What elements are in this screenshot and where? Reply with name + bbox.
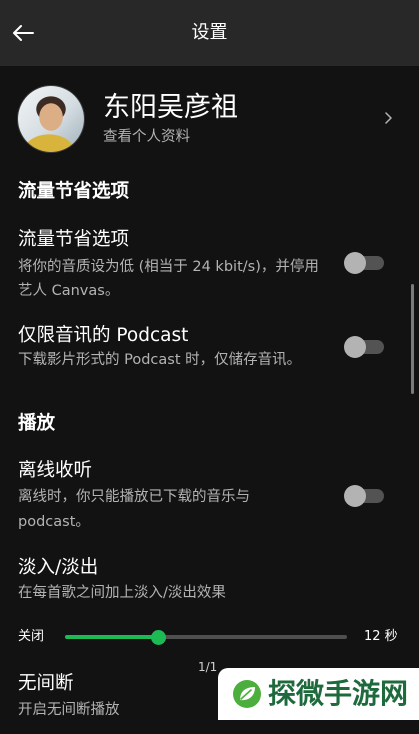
data-saver-toggle[interactable]: [344, 252, 384, 274]
slider-fill: [65, 635, 159, 639]
profile-name: 东阳吴彦祖: [103, 92, 238, 123]
description-line: 开启无间断播放: [18, 702, 120, 718]
setting-description: 下载影片形式的 Podcast 时，仅储存音讯。: [18, 348, 301, 372]
toggle-knob: [344, 485, 366, 507]
chevron-right-icon: [385, 112, 392, 124]
description-line: 下载影片形式的 Podcast 时，仅储存音讯。: [18, 352, 302, 368]
toggle-knob: [344, 336, 366, 358]
view-profile-link: 查看个人资料: [103, 129, 190, 145]
description-line: 将你的音质设为低 (相当于 24 kbit/s)，并停用: [18, 259, 319, 275]
setting-title: 淡入/淡出: [18, 557, 99, 578]
setting-title: 无间断: [18, 673, 74, 694]
slider-track[interactable]: [65, 635, 347, 639]
scrollbar-thumb[interactable]: [411, 284, 414, 394]
description-line: 艺人 Canvas。: [18, 283, 120, 299]
setting-title: 流量节省选项: [18, 229, 130, 250]
setting-description: 离线时，你只能播放已下载的音乐与 podcast。: [18, 485, 250, 535]
setting-description: 将你的音质设为低 (相当于 24 kbit/s)，并停用 艺人 Canvas。: [18, 255, 319, 303]
watermark: 探微手游网: [218, 668, 419, 720]
section-heading-data-saver: 流量节省选项: [18, 181, 130, 202]
setting-title: 离线收听: [18, 460, 93, 481]
description-line: 离线时，你只能播放已下载的音乐与: [18, 489, 250, 505]
setting-row-offline[interactable]: 离线收听 离线时，你只能播放已下载的音乐与 podcast。: [0, 451, 419, 537]
setting-row-audio-only-podcast[interactable]: 仅限音讯的 Podcast 下载影片形式的 Podcast 时，仅储存音讯。: [0, 316, 419, 376]
setting-row-data-saver[interactable]: 流量节省选项 将你的音质设为低 (相当于 24 kbit/s)，并停用 艺人 C…: [0, 222, 419, 306]
setting-description: 开启无间断播放: [18, 698, 120, 722]
setting-description: 在每首歌之间加上淡入/淡出效果: [18, 581, 226, 605]
slider-min-label: 关闭: [18, 629, 45, 644]
section-heading-playback: 播放: [18, 413, 56, 434]
setting-row-crossfade: 淡入/淡出 在每首歌之间加上淡入/淡出效果: [0, 548, 419, 618]
crossfade-slider[interactable]: 关闭 12 秒: [0, 622, 419, 652]
offline-mode-toggle[interactable]: [344, 485, 384, 507]
slider-knob[interactable]: [150, 629, 166, 645]
description-line: podcast。: [18, 514, 90, 530]
slider-max-label: 12 秒: [364, 629, 398, 644]
avatar: [18, 86, 84, 152]
page-title: 设置: [191, 22, 228, 43]
setting-title: 仅限音讯的 Podcast: [18, 325, 189, 346]
audio-only-podcast-toggle[interactable]: [344, 336, 384, 358]
header: 设置: [0, 0, 419, 66]
page-indicator: 1/1: [198, 660, 218, 674]
watermark-text: 探微手游网: [268, 677, 409, 710]
profile-row[interactable]: 东阳吴彦祖 查看个人资料: [0, 76, 419, 162]
leaf-icon: [233, 680, 261, 708]
arrow-left-icon: [13, 25, 34, 41]
toggle-knob: [344, 252, 366, 274]
back-button[interactable]: [5, 15, 41, 51]
description-line: 在每首歌之间加上淡入/淡出效果: [18, 585, 226, 601]
